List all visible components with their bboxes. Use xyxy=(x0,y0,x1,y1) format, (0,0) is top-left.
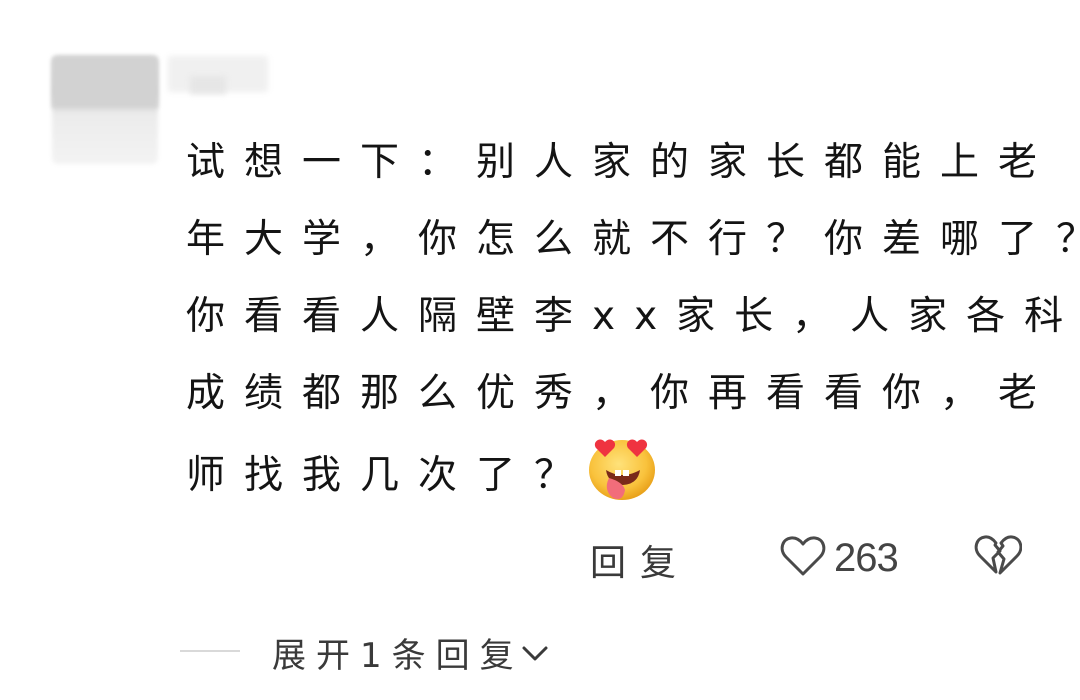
comment-actions: 回复 263 xyxy=(0,530,1080,586)
dislike-button[interactable] xyxy=(974,534,1023,582)
avatar-blur-top xyxy=(52,56,158,108)
comment-line: 成绩都那么优秀，你再看看你，老 xyxy=(186,371,1057,416)
expand-replies-button[interactable]: 展开1条回复 xyxy=(272,628,550,677)
comment-line: 试想一下：别人家的家长都能上老 xyxy=(186,140,1057,185)
comment-line: 年大学，你怎么就不行？你差哪了？ xyxy=(186,217,1080,262)
comment-line-last: 师找我几次了？ xyxy=(186,432,1036,528)
chevron-down-icon xyxy=(520,644,550,668)
reply-button[interactable]: 回复 xyxy=(590,534,690,586)
expand-replies-label: 展开1条回复 xyxy=(272,636,524,676)
comment-card: 试想一下：别人家的家长都能上老 年大学，你怎么就不行？你差哪了？ 你看看人隔壁李… xyxy=(0,0,1080,700)
like-button[interactable]: 263 xyxy=(780,532,899,584)
like-count: 263 xyxy=(834,535,899,580)
username-blurred-detail xyxy=(190,76,226,94)
comment-line: 师找我几次了？ xyxy=(186,453,593,498)
replies-row: 展开1条回复 xyxy=(0,620,1080,680)
comment-line: 你看看人隔壁李xx家长，人家各科 xyxy=(186,294,1080,339)
broken-heart-icon xyxy=(974,535,1023,582)
heart-eyes-tongue-emoji xyxy=(584,432,660,528)
comment-text: 试想一下：别人家的家长都能上老 年大学，你怎么就不行？你差哪了？ 你看看人隔壁李… xyxy=(186,124,1080,528)
heart-outline-icon xyxy=(780,535,826,581)
divider xyxy=(180,650,240,652)
